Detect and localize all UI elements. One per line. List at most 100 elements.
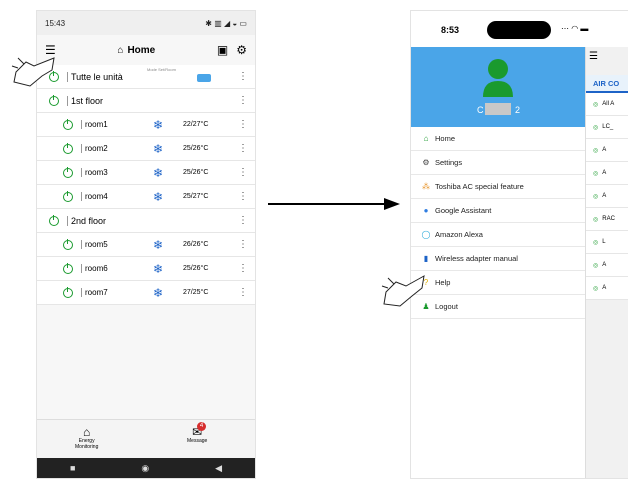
power-icon[interactable] [63,238,73,250]
message-icon: ✉ 4 [187,422,207,438]
room-row[interactable]: room3 ❄ 25/26°C ⋮ [37,161,255,185]
menu-item-wireless-adapter-manual[interactable]: ▮ Wireless adapter manual [411,247,585,271]
group-row[interactable]: 1st floor ⋮ [37,89,255,113]
menu-item-google-assistant[interactable]: ● Google Assistant [411,199,585,223]
power-icon[interactable] [63,262,73,274]
more-icon[interactable]: ⋮ [238,191,248,202]
bottom-nav: ⌂ Energy Monitoring ✉ 4 Message [37,419,255,458]
room-row[interactable]: room7 ❄ 27/25°C ⋮ [37,281,255,305]
more-icon[interactable]: ⋮ [238,119,248,130]
recents-icon[interactable]: ■ [70,463,75,473]
temperature-label: 27/25°C [183,289,209,296]
more-icon[interactable]: ⋮ [238,71,248,82]
power-icon[interactable] [49,94,59,106]
tab-air-conditioner[interactable]: AIR CO [585,75,628,93]
top-bar: ☰ ⌂ Home ▣ ⚙ [37,35,255,65]
power-icon: ◎ [593,285,599,292]
alexa-icon: ◯ [421,230,431,239]
dynamic-island [487,21,551,39]
message-tab[interactable]: ✉ 4 Message [187,422,207,444]
room-row[interactable]: room6 ❄ 25/26°C ⋮ [37,257,255,281]
pointing-hand-icon [11,57,55,87]
cooling-mode-icon: ❄ [153,165,164,180]
add-folder-icon[interactable] [197,74,211,82]
left-phone-screen: 15:43 ✱ ▥ ◢ ◒ ▭ ☰ ⌂ Home ▣ ⚙ Tutte le un… [36,10,256,479]
power-icon[interactable] [63,118,73,130]
menu-item-settings[interactable]: ⚙ Settings [411,151,585,175]
power-icon: ◎ [593,239,599,246]
group-row[interactable]: 2nd floor ⋮ [37,209,255,233]
power-icon[interactable] [63,286,73,298]
room-row[interactable]: room1 ❄ 22/27°C ⋮ [37,113,255,137]
right-phone-screen: 8:53 ⋯ ◠ ▬ ☰ AIR CO ◎ All A ◎ LC_ ◎ A ◎ A ◎ A ◎ RAC… [410,10,628,479]
temperature-label: 22/27°C [183,121,209,128]
more-icon[interactable]: ⋮ [238,95,248,106]
room-row[interactable]: room5 ❄ 26/26°C ⋮ [37,233,255,257]
android-status-bar: 15:43 ✱ ▥ ◢ ◒ ▭ [37,11,255,35]
power-icon[interactable] [63,190,73,202]
home-icon: ⌂ [117,44,124,56]
toshiba-icon: ⁂ [422,182,430,191]
home-icon: ⌂ [423,134,429,143]
status-icons: ✱ ▥ ◢ ◒ ▭ [205,18,247,28]
cooling-mode-icon: ❄ [153,141,164,156]
background-row: ◎ L [585,231,628,254]
power-icon[interactable] [49,214,59,226]
background-row: ◎ A [585,254,628,277]
power-icon: ◎ [593,262,599,269]
gear-icon[interactable]: ⚙ [236,43,247,57]
background-row: ◎ RAC [585,208,628,231]
back-icon[interactable]: ◀ [215,463,222,474]
schedule-icon[interactable]: ▣ [217,43,228,57]
more-icon[interactable]: ⋮ [238,143,248,154]
room-row[interactable]: room2 ❄ 25/26°C ⋮ [37,137,255,161]
background-row: ◎ A [585,139,628,162]
menu-item-amazon-alexa[interactable]: ◯ Amazon Alexa [411,223,585,247]
ios-status-bar: 8:53 ⋯ ◠ ▬ [411,11,628,47]
background-row: ◎ A [585,185,628,208]
background-row: ◎ LC_ [585,116,628,139]
menu-item-toshiba-ac-special-feature[interactable]: ⁂ Toshiba AC special feature [411,175,585,199]
message-badge: 4 [197,422,206,431]
room-row[interactable]: room4 ❄ 25/27°C ⋮ [37,185,255,209]
more-icon[interactable]: ⋮ [238,287,248,298]
background-row: ◎ A [585,277,628,300]
all-units-row[interactable]: Tutte le unità Mode Set/Room ⋮ [37,65,255,89]
menu-item-help[interactable]: ? Help [411,271,585,295]
menu-icon[interactable]: ☰ [585,47,628,75]
more-icon[interactable]: ⋮ [238,263,248,274]
background-row: ◎ A [585,162,628,185]
energy-monitoring-tab[interactable]: ⌂ Energy Monitoring [75,426,98,450]
user-name-right: 2 [515,105,521,115]
more-icon[interactable]: ⋮ [238,239,248,250]
redacted-name [485,103,511,115]
drawer-header: C 2 [411,47,585,127]
background-app-panel: ☰ AIR CO ◎ All A ◎ LC_ ◎ A ◎ A ◎ A ◎ RAC ◎ L ◎ A ◎ A [585,47,628,478]
menu-item-logout[interactable]: ♟ Logout [411,295,585,319]
building-icon: ⌂ [83,425,91,439]
cooling-mode-icon: ❄ [153,261,164,276]
google-assistant-icon: ● [423,206,429,215]
user-name-left: C [477,105,484,115]
status-time: 15:43 [45,18,66,28]
side-drawer: C 2 ⌂ Home ⚙ Settings ⁂ Toshiba AC special fe… [411,47,586,478]
power-icon[interactable] [63,142,73,154]
menu-item-home[interactable]: ⌂ Home [411,127,585,151]
more-icon[interactable]: ⋮ [238,167,248,178]
cooling-mode-icon: ❄ [153,285,164,300]
temperature-label: 26/26°C [183,241,209,248]
power-icon: ◎ [593,124,599,131]
cooling-mode-icon: ❄ [153,237,164,252]
power-icon: ◎ [593,101,599,108]
temperature-label: 25/26°C [183,145,209,152]
status-icons: ⋯ ◠ ▬ [561,24,589,33]
cooling-mode-icon: ❄ [153,189,164,204]
home-circle-icon[interactable]: ◉ [141,463,149,474]
power-icon[interactable] [63,166,73,178]
pointing-hand-icon [381,275,425,307]
more-icon[interactable]: ⋮ [238,215,248,226]
temperature-label: 25/26°C [183,169,209,176]
avatar-icon [483,59,513,97]
gear-icon: ⚙ [422,158,430,167]
power-icon: ◎ [593,147,599,154]
